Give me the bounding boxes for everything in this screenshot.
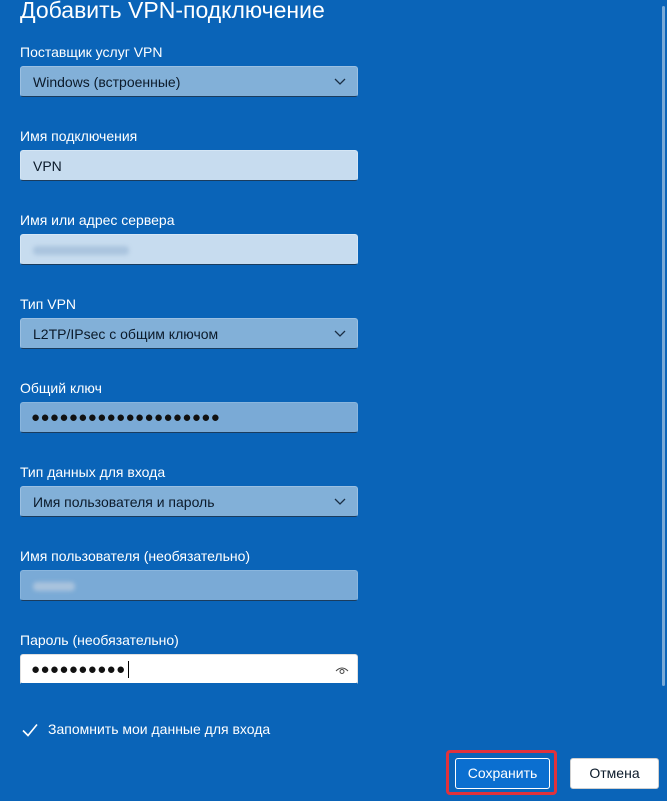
username-label: Имя пользователя (необязательно) — [20, 548, 251, 564]
provider-select[interactable]: Windows (встроенные) — [20, 66, 358, 97]
remember-checkbox[interactable] — [20, 720, 40, 740]
cancel-button[interactable]: Отмена — [570, 758, 659, 789]
preshared-key-label: Общий ключ — [20, 380, 102, 396]
signin-type-value: Имя пользователя и пароль — [33, 494, 215, 510]
vpn-type-value: L2TP/IPsec с общим ключом — [33, 326, 219, 342]
server-label: Имя или адрес сервера — [20, 212, 175, 228]
server-input[interactable] — [20, 234, 358, 265]
signin-type-label: Тип данных для входа — [20, 464, 166, 480]
provider-value: Windows (встроенные) — [33, 74, 181, 90]
connection-name-label: Имя подключения — [20, 128, 138, 144]
username-input[interactable] — [20, 570, 358, 601]
vpn-type-label: Тип VPN — [20, 296, 77, 312]
text-caret — [127, 661, 129, 678]
vpn-type-select[interactable]: L2TP/IPsec с общим ключом — [20, 318, 358, 349]
checkmark-icon — [22, 723, 38, 737]
chevron-down-icon — [334, 78, 346, 85]
password-label: Пароль (необязательно) — [20, 632, 179, 648]
server-value-obscured — [33, 246, 129, 255]
add-vpn-dialog: Добавить VPN-подключение Поставщик услуг… — [0, 0, 667, 801]
remember-label: Запомнить мои данные для входа — [48, 721, 271, 737]
signin-type-select[interactable]: Имя пользователя и пароль — [20, 486, 358, 517]
chevron-down-icon — [334, 498, 346, 505]
preshared-key-input[interactable]: ●●●●●●●●●●●●●●●●●●●● — [20, 402, 358, 433]
provider-label: Поставщик услуг VPN — [20, 44, 163, 60]
password-masked: ●●●●●●●●●● — [31, 655, 129, 683]
username-value-obscured — [33, 582, 75, 591]
save-button[interactable]: Сохранить — [455, 758, 550, 789]
password-input[interactable]: ●●●●●●●●●● — [20, 654, 358, 685]
connection-name-input[interactable]: VPN — [20, 150, 358, 181]
scrollbar[interactable] — [662, 6, 665, 686]
connection-name-value: VPN — [33, 158, 62, 174]
chevron-down-icon — [334, 330, 346, 337]
eye-icon[interactable] — [335, 663, 349, 677]
preshared-key-masked: ●●●●●●●●●●●●●●●●●●●● — [31, 409, 221, 426]
dialog-title: Добавить VPN-подключение — [20, 0, 325, 23]
